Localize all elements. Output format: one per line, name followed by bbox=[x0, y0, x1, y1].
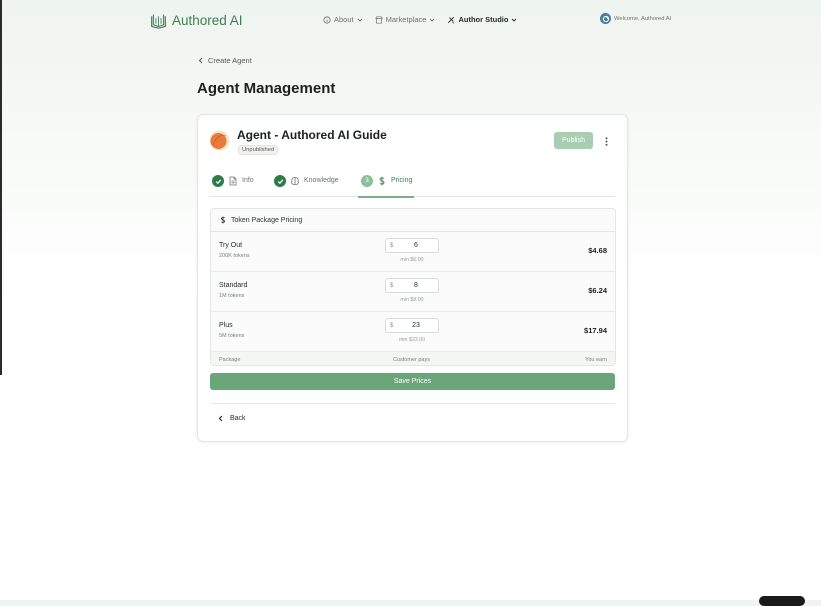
window-edge bbox=[0, 0, 2, 375]
brand-name: Authored AI bbox=[172, 13, 243, 28]
page-title: Agent Management bbox=[197, 80, 336, 97]
footer-you-earn-label: You earn bbox=[585, 357, 607, 363]
package-tokens: 5M tokens bbox=[219, 333, 245, 339]
save-prices-button[interactable]: Save Prices bbox=[210, 373, 615, 390]
dollar-icon bbox=[220, 216, 226, 224]
footer-customer-pays-label: Customer pays bbox=[393, 357, 430, 363]
chevron-down-icon bbox=[357, 18, 362, 22]
currency-symbol: $ bbox=[390, 242, 394, 249]
chevron-down-icon bbox=[430, 18, 435, 22]
agent-name: Agent - Authored AI Guide bbox=[237, 128, 387, 142]
more-options-button[interactable] bbox=[600, 135, 612, 147]
pricing-table: Token Package Pricing Try Out 200K token… bbox=[210, 208, 616, 366]
store-icon bbox=[374, 15, 383, 24]
step-number: 3 bbox=[361, 175, 373, 187]
package-name: Plus bbox=[219, 322, 233, 329]
currency-symbol: $ bbox=[390, 282, 394, 289]
price-input-standard[interactable] bbox=[404, 282, 428, 289]
tab-knowledge-label: Knowledge bbox=[304, 177, 339, 184]
tab-knowledge[interactable]: Knowledge bbox=[274, 170, 339, 196]
chevron-left-icon bbox=[218, 415, 223, 422]
nav-author-studio[interactable]: Author Studio bbox=[447, 15, 517, 24]
chevron-left-icon bbox=[198, 57, 203, 64]
step-tabs: Info Knowledge 3 Pricing bbox=[209, 170, 615, 198]
agent-card: Agent - Authored AI Guide Unpublished Pu… bbox=[197, 114, 628, 442]
brand[interactable]: Authored AI bbox=[150, 12, 243, 29]
price-input-try-out[interactable] bbox=[404, 242, 428, 249]
publish-button[interactable]: Publish bbox=[554, 132, 593, 149]
min-price: min $23.00 bbox=[398, 337, 426, 343]
check-circle-icon bbox=[212, 175, 224, 187]
package-name: Standard bbox=[219, 282, 248, 289]
earnings-value: $17.94 bbox=[584, 326, 607, 335]
breadcrumb-back[interactable]: Create Agent bbox=[198, 56, 252, 65]
nav-about[interactable]: About bbox=[323, 15, 363, 24]
back-button[interactable]: Back bbox=[218, 415, 246, 422]
file-icon bbox=[229, 176, 237, 186]
chevron-down-icon bbox=[512, 18, 517, 22]
avatar bbox=[600, 13, 611, 24]
pricing-footer: Package Customer pays You earn bbox=[211, 352, 615, 365]
package-name: Try Out bbox=[219, 242, 243, 249]
user-avatar-icon bbox=[602, 15, 609, 22]
top-navigation: Authored AI About Marketplace Author Stu… bbox=[0, 0, 821, 40]
footer-package-label: Package bbox=[219, 357, 241, 363]
check-circle-icon bbox=[274, 175, 286, 187]
price-input-wrapper: $ bbox=[385, 238, 439, 253]
welcome-text: Welcome, Authored AI bbox=[614, 15, 672, 22]
divider bbox=[210, 403, 615, 404]
earnings-value: $4.68 bbox=[588, 246, 607, 255]
price-input-wrapper: $ bbox=[385, 278, 439, 293]
package-row-standard: Standard 1M tokens $ min $8.00 $6.24 bbox=[211, 272, 615, 312]
status-badge: Unpublished bbox=[238, 145, 279, 155]
price-input-wrapper: $ bbox=[385, 318, 439, 333]
more-vertical-icon bbox=[605, 136, 607, 146]
book-logo-icon bbox=[151, 14, 166, 29]
min-price: min $6.00 bbox=[400, 257, 424, 263]
nav-marketplace[interactable]: Marketplace bbox=[374, 15, 436, 24]
package-tokens: 200K tokens bbox=[219, 253, 250, 259]
min-price: min $8.00 bbox=[400, 297, 424, 303]
tools-icon bbox=[448, 16, 455, 24]
package-row-plus: Plus 5M tokens $ min $23.00 $17.94 bbox=[211, 312, 615, 352]
package-row-try-out: Try Out 200K tokens $ min $6.00 $4.68 bbox=[211, 232, 615, 272]
tab-pricing-label: Pricing bbox=[391, 177, 413, 184]
nav-marketplace-label: Marketplace bbox=[385, 15, 427, 24]
info-icon bbox=[323, 15, 331, 24]
nav-about-label: About bbox=[334, 15, 354, 24]
window-control bbox=[759, 596, 805, 606]
main-nav: About Marketplace Author Studio bbox=[323, 15, 517, 24]
pricing-header: Token Package Pricing bbox=[211, 209, 615, 232]
currency-symbol: $ bbox=[390, 322, 394, 329]
user-menu[interactable]: Welcome, Authored AI bbox=[600, 13, 671, 24]
breadcrumb-label: Create Agent bbox=[208, 56, 252, 65]
earnings-value: $6.24 bbox=[588, 286, 607, 295]
brain-icon bbox=[291, 177, 299, 185]
agent-avatar bbox=[209, 130, 230, 151]
back-label: Back bbox=[230, 415, 246, 422]
price-input-plus[interactable] bbox=[404, 322, 428, 329]
nav-author-studio-label: Author Studio bbox=[458, 15, 509, 24]
tab-info[interactable]: Info bbox=[212, 170, 254, 196]
dollar-icon bbox=[379, 176, 385, 186]
pricing-title: Token Package Pricing bbox=[231, 216, 303, 224]
tab-pricing[interactable]: 3 Pricing bbox=[358, 170, 414, 198]
package-tokens: 1M tokens bbox=[219, 293, 245, 299]
tab-info-label: Info bbox=[242, 177, 254, 184]
